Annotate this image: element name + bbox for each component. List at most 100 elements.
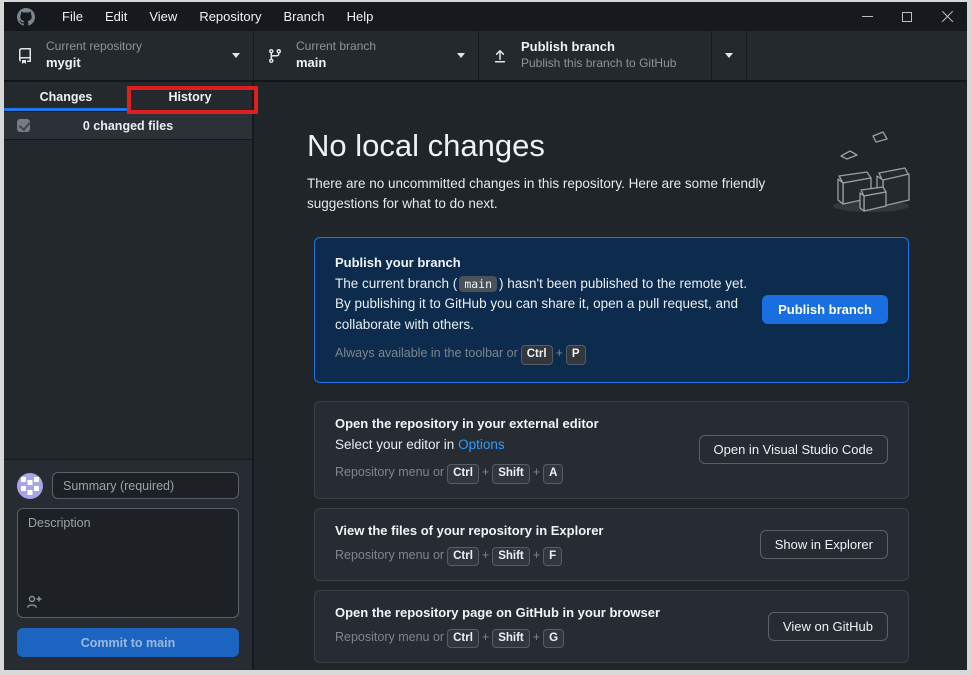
key-shift: Shift	[492, 547, 530, 566]
github-desktop-window: File Edit View Repository Branch Help Cu…	[4, 2, 967, 670]
explorer-panel-hint: Repository menu orCtrl+Shift+F	[335, 545, 746, 566]
hint-text: Repository menu or	[335, 630, 444, 644]
publish-branch-button[interactable]: Publish branch	[762, 295, 888, 324]
description-box	[17, 508, 239, 618]
minimize-button[interactable]	[847, 2, 887, 31]
hint-text: Always available in the toolbar or	[335, 346, 518, 360]
chevron-down-icon	[725, 53, 733, 58]
commit-form: Commit to main	[4, 459, 252, 670]
summary-input[interactable]	[52, 472, 239, 499]
github-panel-hint: Repository menu orCtrl+Shift+G	[335, 627, 754, 648]
current-branch-value: main	[296, 55, 376, 72]
sidebar: Changes History 0 changed files	[4, 82, 254, 670]
chevron-down-icon	[232, 53, 240, 58]
editor-panel-hint: Repository menu orCtrl+Shift+A	[335, 462, 685, 483]
suggestion-panels: Publish your branch The current branch (…	[314, 237, 909, 664]
sidebar-tabs: Changes History	[4, 82, 252, 112]
paper-stack-illustration	[821, 128, 917, 214]
menu-file[interactable]: File	[51, 2, 94, 31]
current-repository-value: mygit	[46, 55, 142, 72]
key-ctrl: Ctrl	[447, 629, 479, 648]
window-controls	[847, 2, 967, 31]
key-shift: Shift	[492, 629, 530, 648]
menu-repository[interactable]: Repository	[188, 2, 272, 31]
page-subtitle: There are no uncommitted changes in this…	[307, 174, 822, 215]
show-in-explorer-button[interactable]: Show in Explorer	[760, 530, 888, 559]
close-button[interactable]	[927, 2, 967, 31]
current-repository-selector[interactable]: Current repository mygit	[4, 31, 254, 80]
publish-body-pre: The current branch (	[335, 276, 457, 291]
key-a: A	[543, 464, 563, 483]
avatar	[17, 473, 43, 499]
toolbar: Current repository mygit Current branch …	[4, 31, 967, 82]
menu-branch[interactable]: Branch	[272, 2, 335, 31]
publish-branch-title: Publish branch	[521, 39, 676, 56]
current-branch-label: Current branch	[296, 39, 376, 55]
key-f: F	[543, 547, 562, 566]
menu-edit[interactable]: Edit	[94, 2, 138, 31]
commit-button[interactable]: Commit to main	[17, 628, 239, 657]
file-list-empty-area	[4, 140, 252, 459]
key-g: G	[543, 629, 564, 648]
publish-branch-dropdown[interactable]	[712, 31, 747, 80]
plus-separator: +	[482, 465, 489, 479]
current-branch-selector[interactable]: Current branch main	[254, 31, 479, 80]
publish-branch-toolbar-button[interactable]: Publish branch Publish this branch to Gi…	[479, 31, 712, 80]
key-ctrl: Ctrl	[521, 345, 553, 364]
publish-panel-hint: Always available in the toolbar orCtrl+P	[335, 343, 748, 364]
hint-text: Repository menu or	[335, 548, 444, 562]
publish-panel-body: The current branch (main) hasn't been pu…	[335, 274, 748, 337]
github-panel-title: Open the repository page on GitHub in yo…	[335, 605, 754, 620]
tab-changes[interactable]: Changes	[4, 82, 128, 111]
editor-line-pre: Select your editor in	[335, 437, 458, 452]
changed-files-row[interactable]: 0 changed files	[4, 112, 252, 140]
plus-separator: +	[482, 630, 489, 644]
tab-history[interactable]: History	[128, 82, 252, 111]
main-panel: No local changes There are no uncommitte…	[254, 82, 967, 670]
maximize-icon	[902, 12, 912, 22]
menu-help[interactable]: Help	[336, 2, 385, 31]
view-on-github-panel: Open the repository page on GitHub in yo…	[314, 590, 909, 663]
editor-panel-line: Select your editor in Options	[335, 435, 685, 456]
publish-branch-subtitle: Publish this branch to GitHub	[521, 56, 676, 72]
upload-icon	[492, 48, 508, 64]
select-all-checkbox[interactable]	[17, 119, 30, 132]
publish-branch-panel: Publish your branch The current branch (…	[314, 237, 909, 383]
commit-button-prefix: Commit to	[81, 636, 146, 650]
changed-files-count: 0 changed files	[4, 119, 252, 133]
plus-separator: +	[533, 630, 540, 644]
chevron-down-icon	[457, 53, 465, 58]
key-shift: Shift	[492, 464, 530, 483]
plus-separator: +	[533, 465, 540, 479]
current-repository-label: Current repository	[46, 39, 142, 55]
branch-code-chip: main	[459, 276, 497, 292]
toolbar-spacer	[747, 31, 967, 80]
titlebar: File Edit View Repository Branch Help	[4, 2, 967, 31]
plus-separator: +	[533, 548, 540, 562]
show-in-explorer-panel: View the files of your repository in Exp…	[314, 508, 909, 581]
publish-panel-title: Publish your branch	[335, 255, 748, 270]
key-ctrl: Ctrl	[447, 464, 479, 483]
plus-separator: +	[556, 346, 563, 360]
plus-separator: +	[482, 548, 489, 562]
maximize-button[interactable]	[887, 2, 927, 31]
open-in-vscode-button[interactable]: Open in Visual Studio Code	[699, 435, 888, 464]
description-input[interactable]	[18, 509, 238, 581]
key-p: P	[566, 345, 586, 364]
content-area: Changes History 0 changed files	[4, 82, 967, 670]
add-coauthor-icon[interactable]	[26, 594, 42, 610]
view-on-github-button[interactable]: View on GitHub	[768, 612, 888, 641]
open-in-editor-panel: Open the repository in your external edi…	[314, 401, 909, 499]
menu-view[interactable]: View	[138, 2, 188, 31]
minimize-icon	[862, 16, 873, 17]
options-link[interactable]: Options	[458, 437, 505, 452]
editor-panel-title: Open the repository in your external edi…	[335, 416, 685, 431]
close-icon	[941, 10, 954, 23]
hint-text: Repository menu or	[335, 465, 444, 479]
git-branch-icon	[267, 48, 283, 64]
key-ctrl: Ctrl	[447, 547, 479, 566]
repo-icon	[17, 48, 33, 64]
github-logo-icon	[17, 8, 35, 26]
commit-button-branch: main	[146, 636, 175, 650]
explorer-panel-title: View the files of your repository in Exp…	[335, 523, 746, 538]
